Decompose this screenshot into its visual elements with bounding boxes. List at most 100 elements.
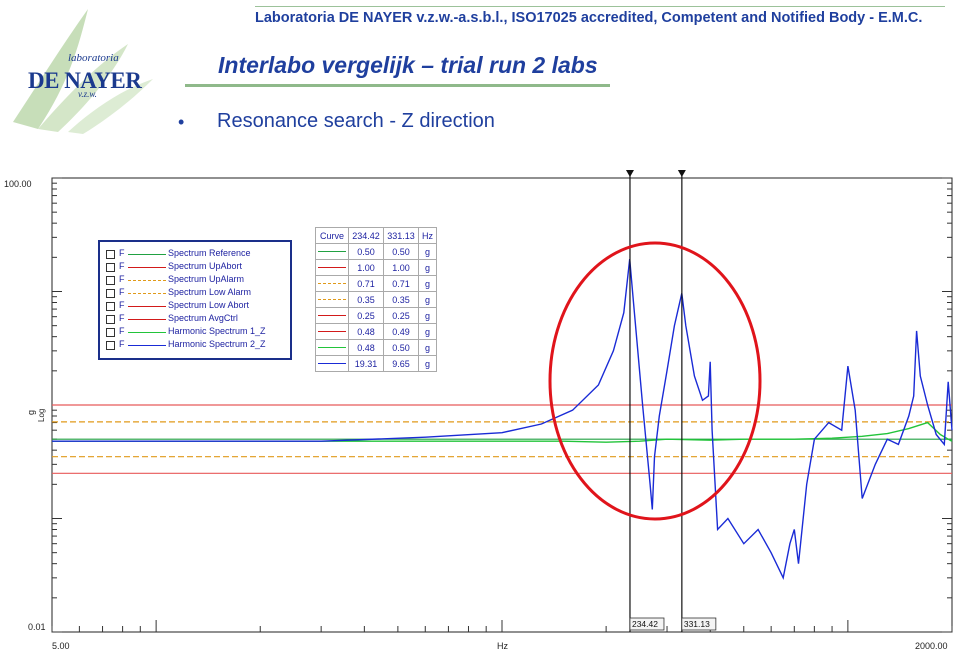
legend-swatch <box>128 280 166 281</box>
cursor-table-unit: g <box>418 355 437 372</box>
legend-label: Spectrum Low Abort <box>168 300 250 310</box>
slide-subtitle: Resonance search - Z direction <box>217 110 495 132</box>
legend-swatch <box>128 293 166 294</box>
cursor-table-value: 0.50 <box>383 243 419 260</box>
cursor-table-row: 1.00 1.00 g <box>315 259 437 276</box>
legend-label: Spectrum Reference <box>168 248 251 258</box>
cursor-table-unit: g <box>418 291 437 308</box>
legend-checkbox[interactable] <box>106 302 115 311</box>
legend-flag: F <box>119 326 125 336</box>
cursor-table-value: 0.71 <box>383 275 419 292</box>
cursor-table-value: 9.65 <box>383 355 419 372</box>
cursor-table-header-cell: Curve <box>315 227 349 244</box>
legend-checkbox[interactable] <box>106 263 115 272</box>
cursor-value-label: 331.13 <box>684 619 710 629</box>
cursor-table-swatch <box>315 275 349 292</box>
legend-flag: F <box>119 300 125 310</box>
cursor-table-unit: g <box>418 323 437 340</box>
cursor-table-swatch <box>315 339 349 356</box>
lab-header-line: Laboratoria DE NAYER v.z.w.-a.s.b.l., IS… <box>255 10 923 26</box>
cursor-table-value: 0.48 <box>348 323 384 340</box>
cursor-table-header-cell: 331.13 <box>383 227 419 244</box>
legend-flag: F <box>119 313 125 323</box>
legend-swatch <box>128 306 166 307</box>
cursor-table-value: 0.50 <box>348 243 384 260</box>
x-tick-min: 5.00 <box>52 641 70 651</box>
cursor-table-unit: g <box>418 307 437 324</box>
cursor-marker <box>625 170 634 177</box>
cursor-table-header-cell: Hz <box>418 227 437 244</box>
cursor-table-value: 19.31 <box>348 355 384 372</box>
legend-flag: F <box>119 261 125 271</box>
cursor-table-value: 0.71 <box>348 275 384 292</box>
legend-label: Harmonic Spectrum 1_Z <box>168 326 266 336</box>
cursor-table-unit: g <box>418 339 437 356</box>
y-axis-label: g <box>26 410 36 415</box>
cursor-table-value: 0.35 <box>348 291 384 308</box>
cursor-table-header-cell: 234.42 <box>348 227 384 244</box>
x-tick-max: 2000.00 <box>915 641 948 651</box>
cursor-table-value: 0.25 <box>348 307 384 324</box>
x-axis-label: Hz <box>497 641 508 651</box>
cursor-table-value: 0.48 <box>348 339 384 356</box>
legend-checkbox[interactable] <box>106 328 115 337</box>
cursor-table-value: 0.35 <box>383 291 419 308</box>
legend-label: Spectrum Low Alarm <box>168 287 252 297</box>
y-tick-max: 100.00 <box>4 179 32 189</box>
cursor-table-unit: g <box>418 275 437 292</box>
cursor-table-header: Curve 234.42 331.13 Hz <box>315 227 437 244</box>
legend-flag: F <box>119 287 125 297</box>
resonance-chart: 234.42 331.13 100.00 0.01 5.00 2000.00 Hz… <box>4 170 953 651</box>
cursor-table-row: 19.31 9.65 g <box>315 355 437 372</box>
legend-flag: F <box>119 248 125 258</box>
legend-label: Harmonic Spectrum 2_Z <box>168 339 266 349</box>
legend-flag: F <box>119 339 125 349</box>
cursor-values-table: Curve 234.42 331.13 Hz 0.50 0.50 g 1.00 1.00… <box>315 227 437 372</box>
cursor-table-value: 1.00 <box>348 259 384 276</box>
legend-flag: F <box>119 274 125 284</box>
chart-legend: F Spectrum Reference F Spectrum UpAbort F Spe… <box>98 240 292 360</box>
legend-checkbox[interactable] <box>106 276 115 285</box>
cursor-table-unit: g <box>418 243 437 260</box>
bullet-marker: • <box>178 112 185 132</box>
slide-title: Interlabo vergelijk – trial run 2 labs <box>218 52 598 78</box>
y-axis-scale-label: Log <box>37 409 46 422</box>
legend-checkbox[interactable] <box>106 341 115 350</box>
y-tick-min: 0.01 <box>28 622 46 632</box>
cursor-table-value: 0.25 <box>383 307 419 324</box>
cursor-table-swatch <box>315 291 349 308</box>
cursor-table-row: 0.48 0.49 g <box>315 323 437 340</box>
cursor-table-row: 0.71 0.71 g <box>315 275 437 292</box>
cursor-table-swatch <box>315 355 349 372</box>
legend-label: Spectrum AvgCtrl <box>168 313 238 323</box>
cursor-table-row: 0.50 0.50 g <box>315 243 437 260</box>
cursor-table-unit: g <box>418 259 437 276</box>
cursor-table-row: 0.48 0.50 g <box>315 339 437 356</box>
legend-label: Spectrum UpAbort <box>168 261 243 271</box>
cursor-table-swatch <box>315 259 349 276</box>
de-nayer-logo: laboratoria DE NAYER v.z.w. <box>8 4 158 134</box>
legend-checkbox[interactable] <box>106 289 115 298</box>
legend-checkbox[interactable] <box>106 250 115 259</box>
cursor-table-row: 0.35 0.35 g <box>315 291 437 308</box>
logo-script-text: laboratoria <box>68 52 119 64</box>
cursor-table-value: 0.50 <box>383 339 419 356</box>
header-top-rule <box>255 6 945 7</box>
legend-swatch <box>128 345 166 346</box>
legend-swatch <box>128 254 166 255</box>
legend-swatch <box>128 332 166 333</box>
cursor-table-swatch <box>315 243 349 260</box>
cursor-table-value: 0.49 <box>383 323 419 340</box>
legend-swatch <box>128 267 166 268</box>
logo-vzw: v.z.w. <box>78 89 97 99</box>
cursor-marker <box>677 170 686 177</box>
title-underline <box>185 84 610 87</box>
cursor-table-row: 0.25 0.25 g <box>315 307 437 324</box>
legend-swatch <box>128 319 166 320</box>
cursor-table-swatch <box>315 307 349 324</box>
cursor-table-value: 1.00 <box>383 259 419 276</box>
cursor-value-label: 234.42 <box>632 619 658 629</box>
legend-checkbox[interactable] <box>106 315 115 324</box>
legend-label: Spectrum UpAlarm <box>168 274 245 284</box>
cursor-table-swatch <box>315 323 349 340</box>
